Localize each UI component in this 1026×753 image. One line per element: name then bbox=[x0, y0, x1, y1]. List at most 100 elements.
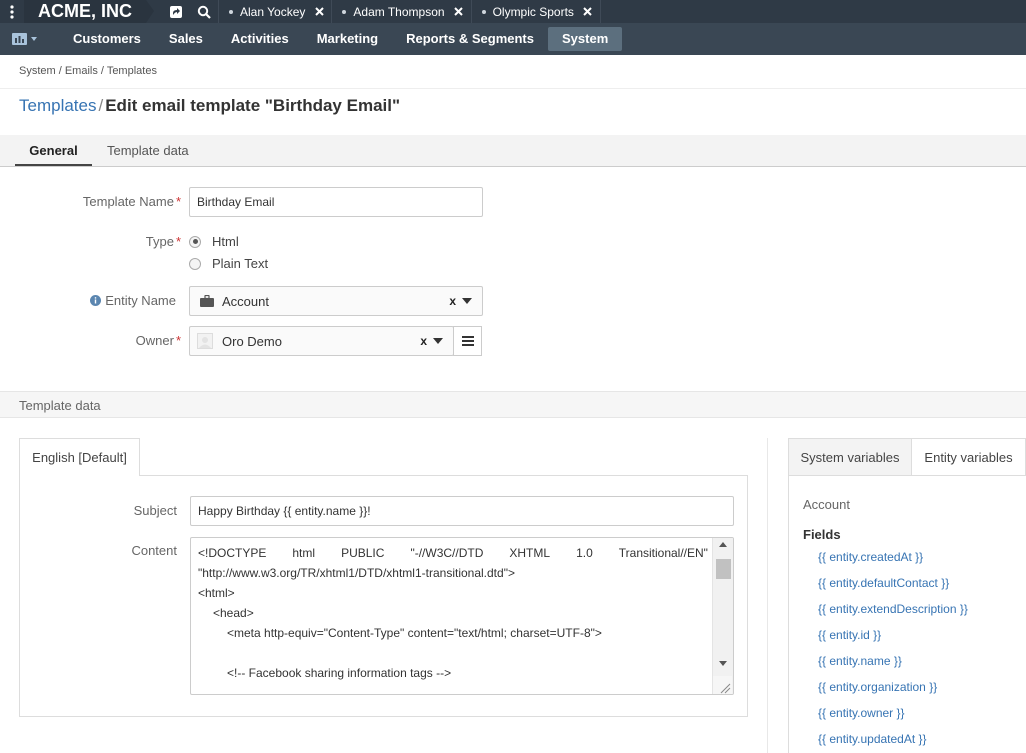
owner-list-button[interactable] bbox=[453, 326, 482, 356]
entity-name-label: Entity Name bbox=[40, 293, 176, 308]
owner-select[interactable]: Oro Demo x bbox=[189, 326, 454, 356]
share-icon[interactable] bbox=[162, 0, 190, 23]
page-title: Templates / Edit email template "Birthday … bbox=[19, 96, 400, 116]
pinned-dot-icon bbox=[229, 9, 233, 14]
user-icon bbox=[199, 337, 211, 348]
required-mark: * bbox=[175, 234, 181, 249]
tab-template-data[interactable]: Template data bbox=[107, 135, 189, 166]
variable-link[interactable]: {{ entity.updatedAt }} bbox=[818, 732, 927, 746]
nav-reports-segments[interactable]: Reports & Segments bbox=[392, 27, 548, 51]
nav-marketing[interactable]: Marketing bbox=[303, 27, 392, 51]
tab-entity-variables[interactable]: Entity variables bbox=[911, 438, 1026, 476]
briefcase-icon bbox=[200, 295, 214, 307]
clear-icon[interactable]: x bbox=[449, 294, 456, 308]
menu-kebab-icon[interactable] bbox=[0, 0, 24, 23]
search-icon[interactable] bbox=[190, 0, 218, 23]
title-separator: / bbox=[98, 96, 104, 115]
pinned-tab-label: Adam Thompson bbox=[353, 4, 445, 19]
variable-link[interactable]: {{ entity.name }} bbox=[818, 654, 902, 668]
type-label: Type * bbox=[40, 234, 181, 249]
code-line: <head> bbox=[213, 606, 254, 620]
variable-link[interactable]: {{ entity.defaultContact }} bbox=[818, 576, 949, 590]
chevron-down-icon[interactable] bbox=[462, 298, 472, 304]
radio-label-html: Html bbox=[212, 234, 239, 249]
owner-value: Oro Demo bbox=[222, 333, 282, 349]
chevron-down-icon[interactable] bbox=[433, 338, 443, 344]
scroll-down-icon[interactable] bbox=[719, 661, 727, 666]
type-radio-plain-text[interactable]: Plain Text bbox=[189, 256, 268, 271]
variable-link[interactable]: {{ entity.extendDescription }} bbox=[818, 602, 968, 616]
dashboard-menu[interactable] bbox=[12, 33, 37, 45]
variable-link[interactable]: {{ entity.owner }} bbox=[818, 706, 905, 720]
variable-link[interactable]: {{ entity.id }} bbox=[818, 628, 881, 642]
code-line: "http://www.w3.org/TR/xhtml1/DTD/xhtml1-… bbox=[198, 566, 515, 580]
code-line: <!DOCTYPE html PUBLIC "-//W3C//DTD XHTML… bbox=[198, 543, 708, 563]
template-name-label-text: Template Name bbox=[82, 194, 174, 209]
clear-icon[interactable]: x bbox=[420, 334, 427, 348]
nav-activities[interactable]: Activities bbox=[217, 27, 303, 51]
code-token: XHTML bbox=[509, 546, 551, 560]
code-token: 1.0 bbox=[576, 546, 593, 560]
variables-entity: Account bbox=[803, 497, 850, 512]
nav-sales[interactable]: Sales bbox=[155, 27, 217, 51]
radio-button[interactable] bbox=[189, 235, 201, 248]
variable-link[interactable]: {{ entity.organization }} bbox=[818, 680, 937, 694]
scroll-up-icon[interactable] bbox=[719, 542, 727, 547]
type-label-text: Type bbox=[145, 234, 174, 249]
type-radio-html[interactable]: Html bbox=[189, 234, 239, 249]
content-textarea[interactable]: <!DOCTYPE html PUBLIC "-//W3C//DTD XHTML… bbox=[190, 537, 734, 695]
variables-fields-title: Fields bbox=[803, 527, 841, 542]
pinned-tab[interactable]: Adam Thompson bbox=[332, 0, 472, 23]
entity-name-select[interactable]: Account x bbox=[189, 286, 483, 316]
resize-handle-icon[interactable] bbox=[713, 676, 732, 694]
code-token: "-//W3C//DTD bbox=[410, 546, 484, 560]
content-label: Content bbox=[131, 543, 177, 558]
tab-general[interactable]: General bbox=[15, 135, 92, 166]
variable-link[interactable]: {{ entity.createdAt }} bbox=[818, 550, 923, 564]
radio-button[interactable] bbox=[189, 257, 201, 270]
pinned-tab[interactable]: Alan Yockey bbox=[219, 0, 333, 23]
nav-customers[interactable]: Customers bbox=[59, 27, 155, 51]
radio-label-plain-text: Plain Text bbox=[212, 256, 269, 271]
templates-link[interactable]: Templates bbox=[19, 96, 96, 115]
required-mark: * bbox=[175, 194, 181, 209]
dashboard-chart-icon bbox=[12, 33, 27, 45]
template-name-input[interactable]: Birthday Email bbox=[189, 187, 483, 217]
template-name-label: Template Name * bbox=[40, 194, 181, 209]
hamburger-icon bbox=[461, 336, 474, 346]
panel-divider bbox=[767, 438, 768, 753]
code-line: <!-- Facebook sharing information tags -… bbox=[227, 666, 452, 680]
tab-system-variables[interactable]: System variables bbox=[788, 438, 912, 476]
radio-selected-dot bbox=[192, 239, 198, 244]
entity-name-value: Account bbox=[222, 293, 269, 309]
code-token: <!DOCTYPE bbox=[198, 546, 267, 560]
brand-arrow bbox=[146, 0, 154, 23]
subject-label: Subject bbox=[133, 503, 177, 518]
pinned-tab[interactable]: Olympic Sports bbox=[472, 0, 601, 23]
pinned-tab-label: Alan Yockey bbox=[240, 4, 306, 19]
info-icon[interactable] bbox=[90, 295, 102, 306]
pinned-tab-label: Olympic Sports bbox=[492, 4, 574, 19]
scroll-thumb[interactable] bbox=[716, 559, 731, 579]
brand-logo[interactable]: ACME, INC bbox=[24, 0, 146, 23]
subject-input[interactable]: Happy Birthday {{ entity.name }}! bbox=[190, 496, 734, 526]
page-title-text: Edit email template "Birthday Email" bbox=[105, 96, 401, 115]
section-title: Template data bbox=[19, 398, 101, 413]
tab-language-english[interactable]: English [Default] bbox=[19, 438, 140, 476]
owner-label: Owner * bbox=[40, 333, 181, 348]
owner-label-text: Owner bbox=[135, 333, 174, 348]
content-code: <!DOCTYPE html PUBLIC "-//W3C//DTD XHTML… bbox=[198, 543, 708, 683]
nav-system[interactable]: System bbox=[548, 27, 623, 51]
breadcrumb: System / Emails / Templates bbox=[19, 65, 157, 77]
close-icon[interactable] bbox=[453, 6, 465, 18]
required-mark: * bbox=[175, 333, 181, 348]
close-icon[interactable] bbox=[582, 6, 594, 18]
pinned-dot-icon bbox=[481, 9, 486, 14]
close-icon[interactable] bbox=[313, 6, 325, 18]
form-tabs: General Template data bbox=[0, 135, 1026, 167]
code-token: Transitional//EN" bbox=[618, 546, 708, 560]
main-navigation: Customers Sales Activities Marketing Rep… bbox=[0, 23, 1026, 55]
pinned-dot-icon bbox=[342, 9, 347, 14]
scrollbar[interactable] bbox=[712, 538, 733, 694]
